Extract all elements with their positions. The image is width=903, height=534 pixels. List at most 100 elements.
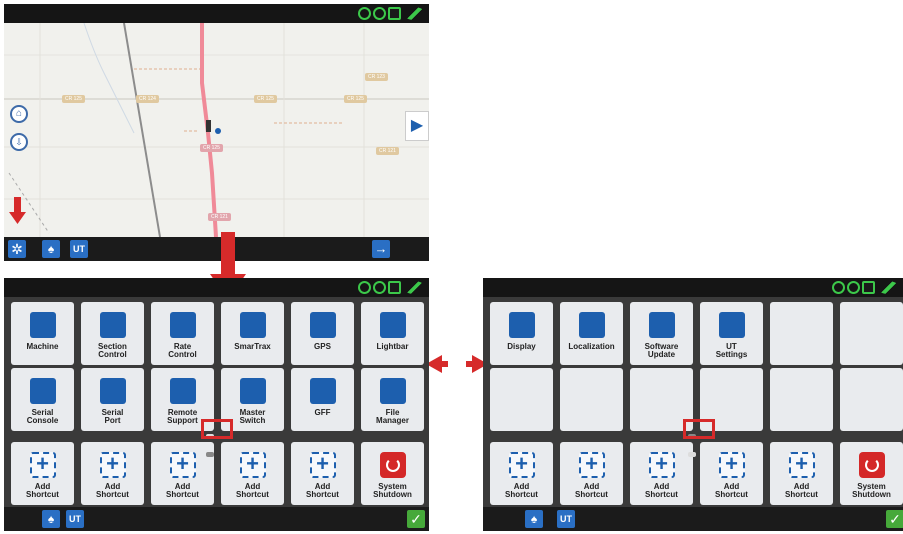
add-shortcut-icon xyxy=(309,451,336,478)
gps-status-icon xyxy=(832,281,845,294)
tile-label: System Shutdown xyxy=(852,482,891,499)
tile-label: Lightbar xyxy=(376,342,409,351)
top-status-bar xyxy=(4,278,429,297)
empty-tile xyxy=(560,368,623,431)
add-shortcut-button[interactable]: Add Shortcut xyxy=(151,442,214,505)
tile-label: GPS xyxy=(314,342,331,351)
tile-label: Add Shortcut xyxy=(645,482,678,499)
empty-tile xyxy=(840,368,903,431)
add-shortcut-button[interactable]: Add Shortcut xyxy=(770,442,833,505)
top-status-bar xyxy=(483,278,903,297)
add-shortcut-button[interactable]: Add Shortcut xyxy=(490,442,553,505)
rate-control-icon xyxy=(169,312,196,338)
add-shortcut-button[interactable]: Add Shortcut xyxy=(560,442,623,505)
left-arrow xyxy=(426,355,448,373)
page-indicator-highlight xyxy=(683,419,715,439)
tile-label: GFF xyxy=(314,408,331,417)
empty-tile xyxy=(840,302,903,365)
ut-icon[interactable]: UT xyxy=(66,510,84,528)
satellite-icon xyxy=(309,312,336,338)
app-tile[interactable]: Section Control xyxy=(81,302,144,365)
tile-label: Section Control xyxy=(98,342,127,359)
rtk-status-icon xyxy=(373,281,386,294)
tile-label: Machine xyxy=(26,342,59,351)
add-shortcut-button[interactable]: Add Shortcut xyxy=(221,442,284,505)
ut-icon[interactable]: UT xyxy=(557,510,575,528)
signal-icon xyxy=(862,281,875,294)
add-shortcut-icon xyxy=(99,451,126,478)
add-shortcut-icon xyxy=(648,451,675,478)
rtk-status-icon xyxy=(847,281,860,294)
app-tile[interactable]: Serial Port xyxy=(81,368,144,431)
tile-label: Serial Console xyxy=(26,408,59,425)
tile-label: Add Shortcut xyxy=(575,482,608,499)
app-tile[interactable]: GPS xyxy=(291,302,354,365)
tile-label: UT Settings xyxy=(715,342,748,359)
tile-label: Add Shortcut xyxy=(96,482,129,499)
tile-label: Rate Control xyxy=(168,342,197,359)
empty-tile xyxy=(770,368,833,431)
app-tile[interactable]: Localization xyxy=(560,302,623,365)
add-shortcut-icon xyxy=(29,451,56,478)
add-shortcut-icon xyxy=(169,451,196,478)
tile-label: Add Shortcut xyxy=(505,482,538,499)
confirm-check-icon[interactable]: ✓ xyxy=(407,510,425,528)
app-tile[interactable]: Serial Console xyxy=(11,368,74,431)
page-indicator-highlight xyxy=(201,419,233,439)
ut-icon xyxy=(718,312,745,338)
serial-console-icon xyxy=(29,378,56,404)
signal-icon xyxy=(388,281,401,294)
add-shortcut-button[interactable]: Add Shortcut xyxy=(81,442,144,505)
bell-icon[interactable]: ♠ xyxy=(42,510,60,528)
app-tile[interactable]: Machine xyxy=(11,302,74,365)
tile-label: Add Shortcut xyxy=(306,482,339,499)
tile-label: Master Switch xyxy=(239,408,266,425)
globe-icon xyxy=(578,312,605,338)
confirm-check-icon[interactable]: ✓ xyxy=(886,510,903,528)
add-shortcut-button[interactable]: Add Shortcut xyxy=(630,442,693,505)
app-tile[interactable]: File Manager xyxy=(361,368,424,431)
add-shortcut-icon xyxy=(239,451,266,478)
menu-screen-page1: Machine Section Control Rate Control SmarTr… xyxy=(4,278,429,531)
tile-label: Remote Support xyxy=(167,408,198,425)
tile-label: Localization xyxy=(568,342,615,351)
tile-label: SmarTrax xyxy=(234,342,271,351)
tile-label: Add Shortcut xyxy=(26,482,59,499)
app-tile[interactable]: SmarTrax xyxy=(221,302,284,365)
bottom-bar: ♠ UT ✓ xyxy=(4,507,429,531)
add-shortcut-icon xyxy=(578,451,605,478)
tile-label: Add Shortcut xyxy=(785,482,818,499)
empty-tile xyxy=(490,368,553,431)
master-switch-icon xyxy=(239,378,266,404)
power-icon xyxy=(858,452,885,478)
system-shutdown-button[interactable]: System Shutdown xyxy=(361,442,424,505)
add-shortcut-button[interactable]: Add Shortcut xyxy=(700,442,763,505)
link-status-icon xyxy=(877,281,899,294)
tile-label: Software Update xyxy=(644,342,679,359)
tile-label: File Manager xyxy=(376,408,409,425)
app-tile[interactable]: GFF xyxy=(291,368,354,431)
app-tile[interactable]: Display xyxy=(490,302,553,365)
steering-wheel-icon xyxy=(239,312,266,338)
empty-tile xyxy=(770,302,833,365)
app-tile[interactable]: UT Settings xyxy=(700,302,763,365)
gff-icon xyxy=(309,378,336,404)
tile-label: Add Shortcut xyxy=(166,482,199,499)
system-shutdown-button[interactable]: System Shutdown xyxy=(840,442,903,505)
remote-support-icon xyxy=(169,378,196,404)
serial-port-icon xyxy=(99,378,126,404)
tile-label: Serial Port xyxy=(101,408,124,425)
bottom-bar: ♠ UT ✓ xyxy=(483,507,903,531)
gps-status-icon xyxy=(358,281,371,294)
tile-label: Add Shortcut xyxy=(236,482,269,499)
app-tile[interactable]: Software Update xyxy=(630,302,693,365)
tile-label: System Shutdown xyxy=(373,482,412,499)
add-shortcut-icon xyxy=(788,451,815,478)
add-shortcut-icon xyxy=(718,451,745,478)
add-shortcut-button[interactable]: Add Shortcut xyxy=(11,442,74,505)
app-tile[interactable]: Lightbar xyxy=(361,302,424,365)
add-shortcut-button[interactable]: Add Shortcut xyxy=(291,442,354,505)
app-tile[interactable]: Rate Control xyxy=(151,302,214,365)
tile-label: Display xyxy=(507,342,536,351)
bell-icon[interactable]: ♠ xyxy=(525,510,543,528)
